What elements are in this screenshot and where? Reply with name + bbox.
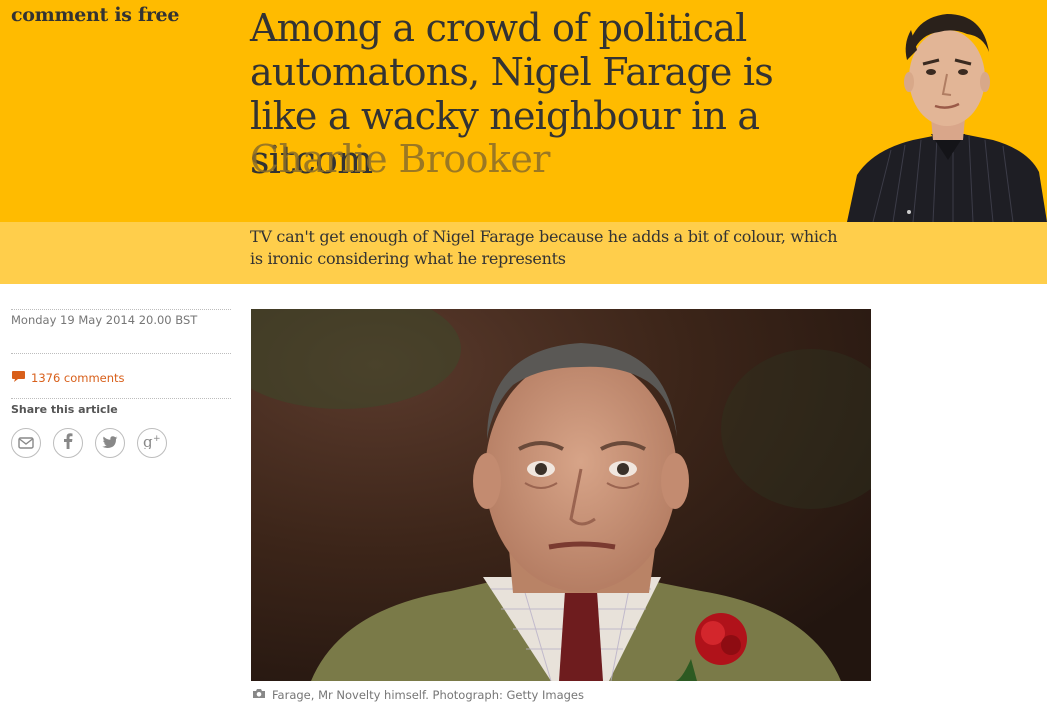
article-main-image [251, 309, 871, 681]
article-header: comment is free Among a crowd of politic… [0, 0, 1047, 222]
share-email-button[interactable] [11, 428, 41, 458]
author-photo [843, 0, 1047, 222]
google-plus-icon: g + [143, 433, 161, 453]
byline-author-link[interactable]: Charlie Brooker [250, 137, 550, 181]
svg-text:+: + [153, 434, 161, 444]
dateline: Monday 19 May 2014 20.00 BST [11, 313, 198, 327]
facebook-icon [63, 433, 73, 453]
share-twitter-button[interactable] [95, 428, 125, 458]
article-meta: Monday 19 May 2014 20.00 BST 1376 commen… [11, 309, 231, 458]
standfirst: TV can't get enough of Nigel Farage beca… [250, 227, 838, 268]
speech-bubble-icon [11, 370, 26, 386]
caption-text: Farage, Mr Novelty himself. Photograph: … [272, 688, 584, 702]
share-facebook-button[interactable] [53, 428, 83, 458]
divider [11, 398, 231, 399]
svg-text:g: g [143, 433, 153, 449]
comments-link[interactable]: 1376 comments [11, 354, 231, 398]
comments-count-label: 1376 comments [31, 371, 125, 385]
camera-icon [252, 688, 266, 702]
section-title-link[interactable]: comment is free [11, 4, 179, 26]
divider [11, 309, 231, 310]
image-caption: Farage, Mr Novelty himself. Photograph: … [252, 688, 584, 702]
share-google-plus-button[interactable]: g + [137, 428, 167, 458]
share-label: Share this article [11, 403, 118, 416]
twitter-icon [102, 434, 118, 453]
share-buttons: g + [11, 428, 231, 458]
email-icon [18, 434, 34, 453]
